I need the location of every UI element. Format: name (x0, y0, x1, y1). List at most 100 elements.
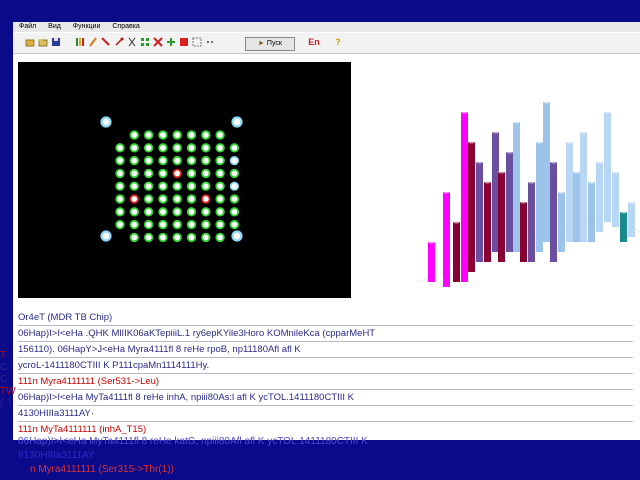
probe-spot (186, 181, 197, 191)
bar-3d (596, 160, 603, 232)
folder-icon[interactable] (38, 37, 48, 48)
probe-spot (215, 155, 225, 166)
margin-char: TW (0, 386, 16, 397)
cross-icon[interactable] (153, 37, 163, 48)
bar-3d (492, 130, 499, 252)
bar-3d (476, 160, 483, 262)
pin-icon[interactable] (114, 37, 124, 48)
probe-spot (229, 194, 240, 204)
probe-spot (215, 168, 225, 179)
corner-marker (100, 116, 112, 128)
probe-spot (201, 143, 211, 153)
probe-spot (186, 219, 197, 230)
probe-spot (201, 207, 211, 217)
start-button-icon: ► (258, 40, 267, 47)
probe-spot (186, 143, 197, 153)
plus-icon[interactable] (166, 37, 176, 48)
bar-3d (536, 140, 543, 252)
bar-3d (453, 220, 460, 282)
bar-3d (628, 200, 635, 237)
bar-3d (443, 190, 450, 287)
arrow-icon[interactable] (101, 37, 111, 48)
probe-spot (215, 181, 225, 191)
probe-spot (172, 181, 182, 191)
mutation-spot (201, 194, 211, 204)
probe-spot (201, 168, 211, 179)
bar-3d (573, 170, 580, 242)
probe-spot (143, 232, 154, 243)
menu-help[interactable]: Справка (112, 23, 139, 30)
save-icon[interactable] (51, 37, 61, 48)
bar-3d (428, 240, 435, 282)
probe-spot (172, 143, 182, 153)
probe-spot (143, 143, 154, 153)
probe-spot (201, 232, 211, 243)
help-icon[interactable]: ? (333, 37, 343, 48)
corner-marker (231, 230, 243, 242)
probe-spot (143, 168, 154, 179)
select-icon[interactable] (192, 37, 202, 48)
probe-spot (143, 181, 154, 191)
probe-spot (129, 143, 139, 153)
mutation-spot (172, 168, 182, 179)
report-panel: Or4eT (MDR TB Chip) 06Hap)I>I<eHa .QHK M… (18, 310, 633, 437)
toolbar: ► Пуск En ? (13, 33, 640, 54)
probe-spot (129, 130, 139, 140)
menu-functions[interactable]: Функции (73, 23, 101, 30)
probe-spot (143, 130, 154, 140)
microarray-spots (100, 116, 243, 243)
report-line: 111n Myra4111111 (Ser531->Leu) (18, 373, 633, 389)
language-toggle[interactable]: En (307, 37, 321, 48)
report-line: 156110). 06HapY>J<eHa Myra4111fl 8 reHe … (18, 341, 633, 357)
start-button-label: Пуск (266, 40, 282, 47)
microarray-image (18, 62, 351, 298)
overflow-text: 06Hap)I>I<eHa MyTa4111fl 8 reHe katG, np… (0, 436, 640, 480)
probe-spot (215, 207, 225, 217)
color-bars-icon[interactable] (75, 37, 85, 48)
start-button[interactable]: ► Пуск (245, 37, 295, 51)
report-title: Or4eT (MDR TB Chip) (18, 312, 113, 323)
bar-3d (413, 210, 420, 282)
margin-char: C (0, 374, 8, 385)
probe-spot (172, 130, 182, 140)
probe-spot (172, 155, 182, 166)
probe-spot (158, 181, 168, 191)
bar-3d (550, 160, 557, 262)
probe-spot (215, 194, 225, 204)
probe-spot (229, 219, 240, 230)
probe-spot (172, 219, 182, 230)
bar-3d (588, 180, 595, 242)
bar-3d (566, 140, 573, 242)
bar-3d (484, 180, 491, 262)
probe-spot (229, 207, 240, 217)
report-lines: 06Hap)I>I<eHa .QHK MlIIK06aKTepiiiL.1 ry… (18, 325, 633, 437)
bar-3d (612, 170, 619, 227)
bar-3d (543, 100, 550, 242)
cut-icon[interactable] (127, 37, 137, 48)
overflow-line: 06Hap)I>I<eHa MyTa4111fl 8 reHe katG, np… (18, 436, 368, 447)
probe-spot (201, 130, 211, 140)
probe-spot (129, 168, 139, 179)
probe-spot (158, 232, 168, 243)
report-line: 4130HIIIa3111AY· (18, 405, 633, 421)
menu-view[interactable]: Вид (48, 23, 61, 30)
probe-spot (115, 155, 125, 166)
dots-icon[interactable] (205, 37, 215, 48)
margin-char: C (0, 362, 8, 373)
probe-spot (158, 130, 168, 140)
pencil-icon[interactable] (88, 37, 98, 48)
probe-spot (115, 194, 125, 204)
probe-spot (129, 219, 139, 230)
probe-spot (215, 130, 225, 140)
3d-bars (413, 100, 640, 287)
probe-spot (115, 168, 125, 179)
menu-file[interactable]: Файл (19, 23, 36, 30)
stop-icon[interactable] (179, 37, 189, 48)
margin-char: /. \ (0, 398, 12, 409)
probe-spot (143, 219, 154, 230)
open-icon[interactable] (25, 37, 35, 48)
probe-spot (143, 194, 154, 204)
bar-3d (580, 130, 587, 242)
grid-icon[interactable] (140, 37, 150, 48)
menu-bar: Файл Вид Функции Справка (13, 22, 640, 32)
